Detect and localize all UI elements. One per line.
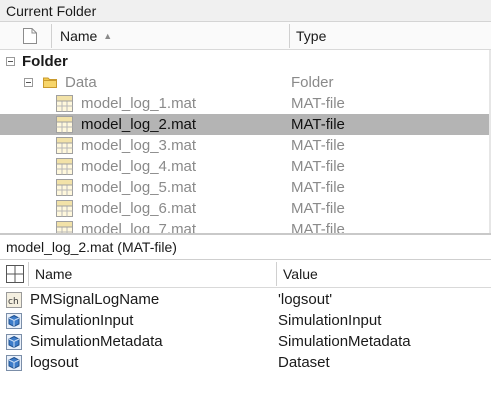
object-variable-icon [6, 313, 22, 329]
file-name: model_log_7.mat [81, 221, 197, 233]
name-column-header[interactable]: Name ▲ [60, 22, 112, 50]
details-header: Name Value [0, 260, 491, 288]
mat-file-icon [56, 158, 73, 175]
variable-class-column-icon[interactable] [6, 265, 24, 283]
details-value-column-header[interactable]: Value [283, 260, 318, 288]
variable-name: logsout [30, 354, 79, 371]
object-variable-icon [6, 355, 22, 371]
collapse-icon[interactable] [6, 57, 15, 66]
file-row[interactable]: model_log_6.mat MAT-file [0, 198, 491, 219]
file-row-selected[interactable]: model_log_2.mat MAT-file [0, 114, 491, 135]
file-type: MAT-file [291, 200, 345, 217]
file-row[interactable]: model_log_3.mat MAT-file [0, 135, 491, 156]
variable-value: 'logsout' [278, 291, 333, 308]
variable-row[interactable]: SimulationMetadata SimulationMetadata [0, 331, 491, 352]
folder-name: Data [65, 74, 97, 91]
file-row[interactable]: model_log_7.mat MAT-file [0, 219, 491, 233]
file-name: model_log_6.mat [81, 200, 197, 217]
mat-file-icon [56, 137, 73, 154]
current-folder-panel-title: Current Folder [0, 0, 491, 22]
file-type: MAT-file [291, 116, 345, 133]
root-folder-label: Folder [22, 53, 68, 70]
char-variable-icon: ch [6, 292, 22, 308]
folder-type: Folder [291, 74, 334, 91]
folder-icon [43, 77, 57, 88]
variable-name: SimulationInput [30, 312, 134, 329]
variable-name: SimulationMetadata [30, 333, 163, 350]
tree-root-folder[interactable]: Folder [0, 51, 491, 72]
file-name: model_log_3.mat [81, 137, 197, 154]
variable-name: PMSignalLogName [30, 291, 160, 308]
file-row[interactable]: model_log_1.mat MAT-file [0, 93, 491, 114]
file-row[interactable]: model_log_4.mat MAT-file [0, 156, 491, 177]
variable-value: SimulationMetadata [278, 333, 411, 350]
type-column-header[interactable]: Type [296, 22, 326, 50]
mat-file-icon [56, 200, 73, 217]
file-type: MAT-file [291, 95, 345, 112]
mat-file-icon [56, 116, 73, 133]
mat-file-icon [56, 179, 73, 196]
mat-file-icon [56, 95, 73, 112]
variable-row[interactable]: logsout Dataset [0, 352, 491, 373]
file-type-column-icon[interactable] [22, 27, 38, 45]
file-tree: Folder Data Folder model_log_1.mat MAT-f… [0, 50, 491, 233]
svg-text:ch: ch [8, 297, 19, 307]
file-name: model_log_5.mat [81, 179, 197, 196]
collapse-icon[interactable] [24, 78, 33, 87]
variable-value: SimulationInput [278, 312, 382, 329]
tree-folder-data[interactable]: Data Folder [0, 72, 491, 93]
file-name: model_log_1.mat [81, 95, 197, 112]
variable-value: Dataset [278, 354, 330, 371]
file-type: MAT-file [291, 137, 345, 154]
sort-ascending-icon: ▲ [103, 31, 113, 41]
details-name-column-header[interactable]: Name [35, 260, 72, 288]
file-type: MAT-file [291, 179, 345, 196]
variable-row[interactable]: SimulationInput SimulationInput [0, 310, 491, 331]
file-name: model_log_2.mat [81, 116, 197, 133]
file-type: MAT-file [291, 158, 345, 175]
object-variable-icon [6, 334, 22, 350]
mat-file-icon [56, 221, 73, 233]
file-type: MAT-file [291, 221, 345, 233]
file-row[interactable]: model_log_5.mat MAT-file [0, 177, 491, 198]
file-list-header: Name ▲ Type [0, 22, 491, 50]
file-name: model_log_4.mat [81, 158, 197, 175]
details-title: model_log_2.mat (MAT-file) [0, 235, 491, 260]
variable-row[interactable]: ch PMSignalLogName 'logsout' [0, 289, 491, 310]
